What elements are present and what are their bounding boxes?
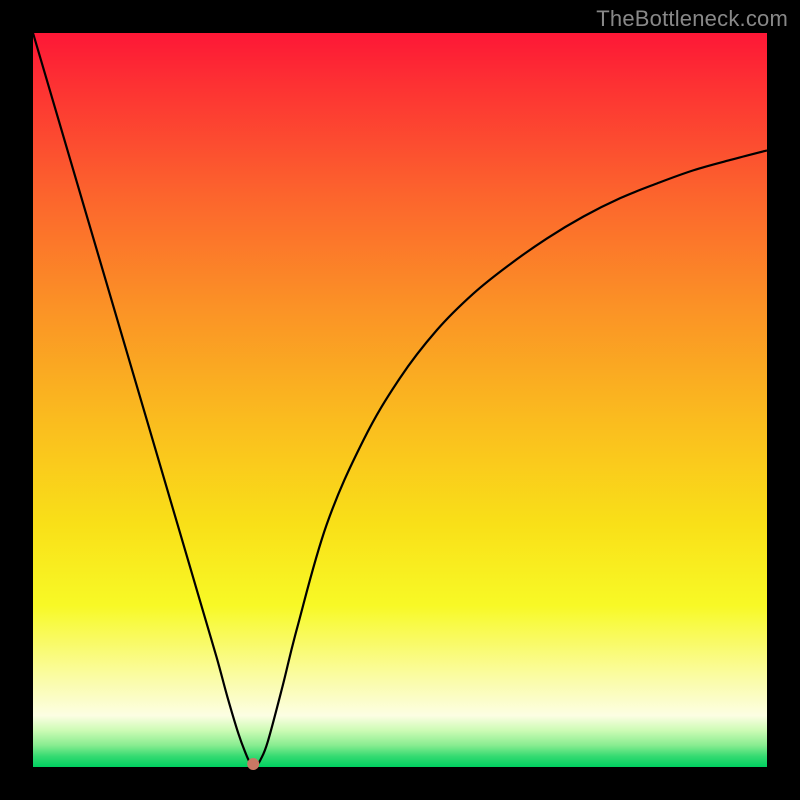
curve-svg (33, 33, 767, 767)
watermark-text: TheBottleneck.com (596, 6, 788, 32)
plot-area (33, 33, 767, 767)
minimum-marker (247, 758, 259, 770)
bottleneck-curve (33, 33, 767, 767)
chart-frame: TheBottleneck.com (0, 0, 800, 800)
